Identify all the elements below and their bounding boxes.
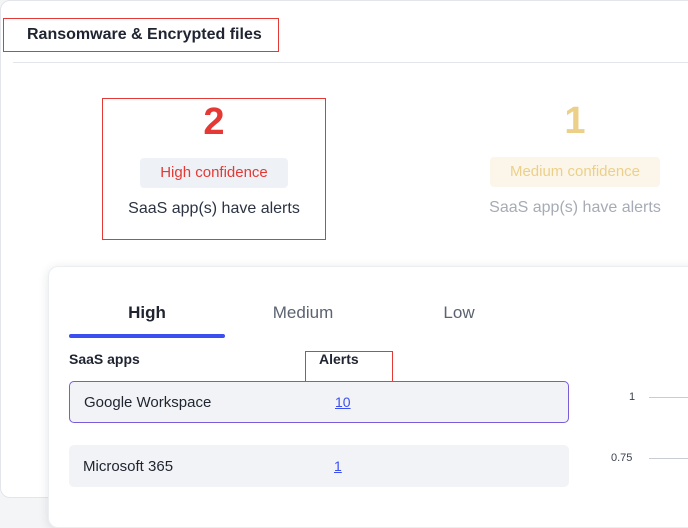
tab-low[interactable]: Low [381, 295, 537, 335]
saas-apps-header: SaaS apps [69, 351, 140, 367]
section-title: Ransomware & Encrypted files [3, 18, 279, 52]
chart-tick-label: 1 [629, 391, 636, 403]
table-row[interactable]: Microsoft 365 1 [69, 445, 569, 487]
alerts-count-link[interactable]: 10 [335, 394, 351, 410]
app-name: Microsoft 365 [83, 457, 174, 475]
medium-count: 1 [564, 100, 586, 142]
medium-confidence-stat[interactable]: 1 Medium confidence SaaS app(s) have ale… [463, 98, 687, 240]
medium-caption: SaaS app(s) have alerts [489, 199, 661, 216]
high-count: 2 [203, 101, 225, 143]
divider [13, 62, 688, 63]
chart-tick-label: 0.75 [611, 452, 633, 464]
chart-gridline [649, 397, 688, 398]
high-caption: SaaS app(s) have alerts [128, 200, 300, 217]
table-row[interactable]: Google Workspace 10 [69, 381, 569, 423]
high-confidence-stat[interactable]: 2 High confidence SaaS app(s) have alert… [102, 98, 326, 240]
tab-medium[interactable]: Medium [225, 295, 381, 335]
tab-high[interactable]: High [69, 295, 225, 338]
app-name: Google Workspace [84, 393, 212, 411]
medium-confidence-badge: Medium confidence [489, 157, 661, 187]
section-title-text: Ransomware & Encrypted files [27, 26, 262, 43]
confidence-tabs: High Medium Low [69, 295, 529, 338]
high-confidence-badge: High confidence [140, 158, 288, 188]
ransomware-card: Ransomware & Encrypted files 2 High conf… [0, 0, 688, 528]
chart-gridline [649, 458, 688, 459]
alerts-panel: High Medium Low SaaS apps Alerts Google … [48, 266, 688, 528]
alerts-count-link[interactable]: 1 [334, 458, 342, 474]
